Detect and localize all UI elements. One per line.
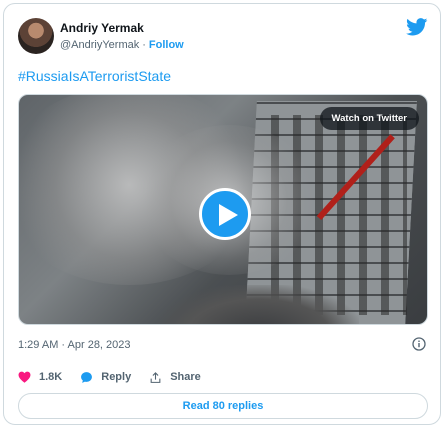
info-icon[interactable] — [412, 337, 426, 351]
video-thumbnail[interactable]: Watch on Twitter — [18, 94, 428, 325]
heart-icon — [18, 371, 31, 383]
twitter-bird-icon[interactable] — [406, 18, 428, 36]
tweet-actions: 1.8K Reply Share — [18, 370, 219, 384]
author-handle-line: @AndriyYermak · Follow — [60, 39, 184, 51]
play-icon — [219, 204, 238, 226]
reply-button[interactable]: Reply — [80, 371, 131, 384]
tweet-hashtag[interactable]: #RussiaIsATerroristState — [18, 68, 171, 84]
tweet-timestamp[interactable]: 1:29 AM · Apr 28, 2023 — [18, 339, 131, 351]
share-label: Share — [170, 371, 201, 383]
like-count: 1.8K — [39, 371, 63, 383]
watch-on-twitter-button[interactable]: Watch on Twitter — [319, 107, 419, 130]
avatar[interactable] — [18, 18, 54, 54]
rubble — [159, 285, 359, 324]
share-icon — [150, 371, 161, 383]
share-button[interactable]: Share — [149, 371, 201, 384]
author-handle[interactable]: @AndriyYermak — [60, 39, 139, 51]
like-button[interactable]: 1.8K — [18, 371, 62, 383]
play-button[interactable] — [199, 188, 251, 240]
tweet-embed-card: Andriy Yermak @AndriyYermak · Follow #Russ… — [3, 3, 441, 425]
follow-link[interactable]: Follow — [149, 39, 184, 51]
separator-dot: · — [142, 39, 146, 51]
author-name[interactable]: Andriy Yermak — [60, 21, 144, 35]
read-replies-button[interactable]: Read 80 replies — [18, 393, 428, 419]
reply-label: Reply — [101, 371, 132, 383]
reply-bubble-icon — [81, 371, 93, 383]
